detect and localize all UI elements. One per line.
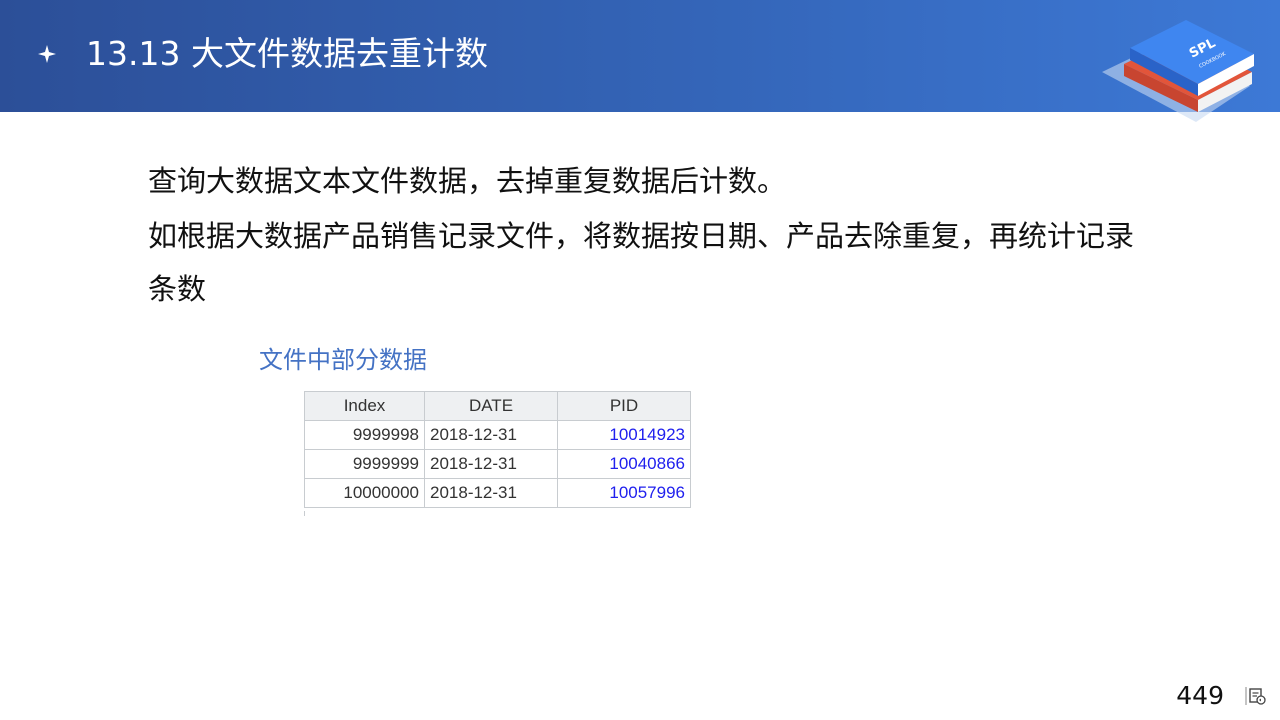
table-row: 9999998 2018-12-31 10014923: [304, 420, 691, 450]
paragraph-example: 如根据大数据产品销售记录文件，将数据按日期、产品去除重复，再统计记录条数: [148, 219, 1135, 306]
spl-cookbook-logo-icon: SPL COOKBOOK: [1102, 20, 1254, 122]
sample-data-table: Index DATE PID 9999998 2018-12-31 100149…: [304, 391, 691, 508]
cell-pid: 10014923: [557, 420, 691, 450]
paragraph-intro: 查询大数据文本文件数据，去掉重复数据后计数。: [148, 164, 787, 198]
table-caption: 文件中部分数据: [259, 346, 427, 374]
table-row: 9999999 2018-12-31 10040866: [304, 449, 691, 479]
page-number: 449: [1176, 681, 1224, 710]
sparkle-icon: [36, 38, 58, 70]
cell-pid: 10040866: [557, 449, 691, 479]
cell-pid: 10057996: [557, 478, 691, 508]
cell-date: 2018-12-31: [424, 420, 558, 450]
cell-index: 9999999: [304, 449, 425, 479]
slide-notes-icon[interactable]: [1245, 686, 1267, 706]
cell-date: 2018-12-31: [424, 449, 558, 479]
cell-date: 2018-12-31: [424, 478, 558, 508]
table-header-row: Index DATE PID: [304, 391, 691, 421]
table-row: 10000000 2018-12-31 10057996: [304, 478, 691, 508]
table-continuation-edge: [304, 511, 691, 516]
column-header-index: Index: [304, 391, 425, 421]
slide-title: 13.13 大文件数据去重计数: [86, 34, 488, 73]
column-header-date: DATE: [424, 391, 558, 421]
header-banner: 13.13 大文件数据去重计数 SPL COOKBOOK: [0, 0, 1280, 122]
column-header-pid: PID: [557, 391, 691, 421]
cell-index: 10000000: [304, 478, 425, 508]
cell-index: 9999998: [304, 420, 425, 450]
